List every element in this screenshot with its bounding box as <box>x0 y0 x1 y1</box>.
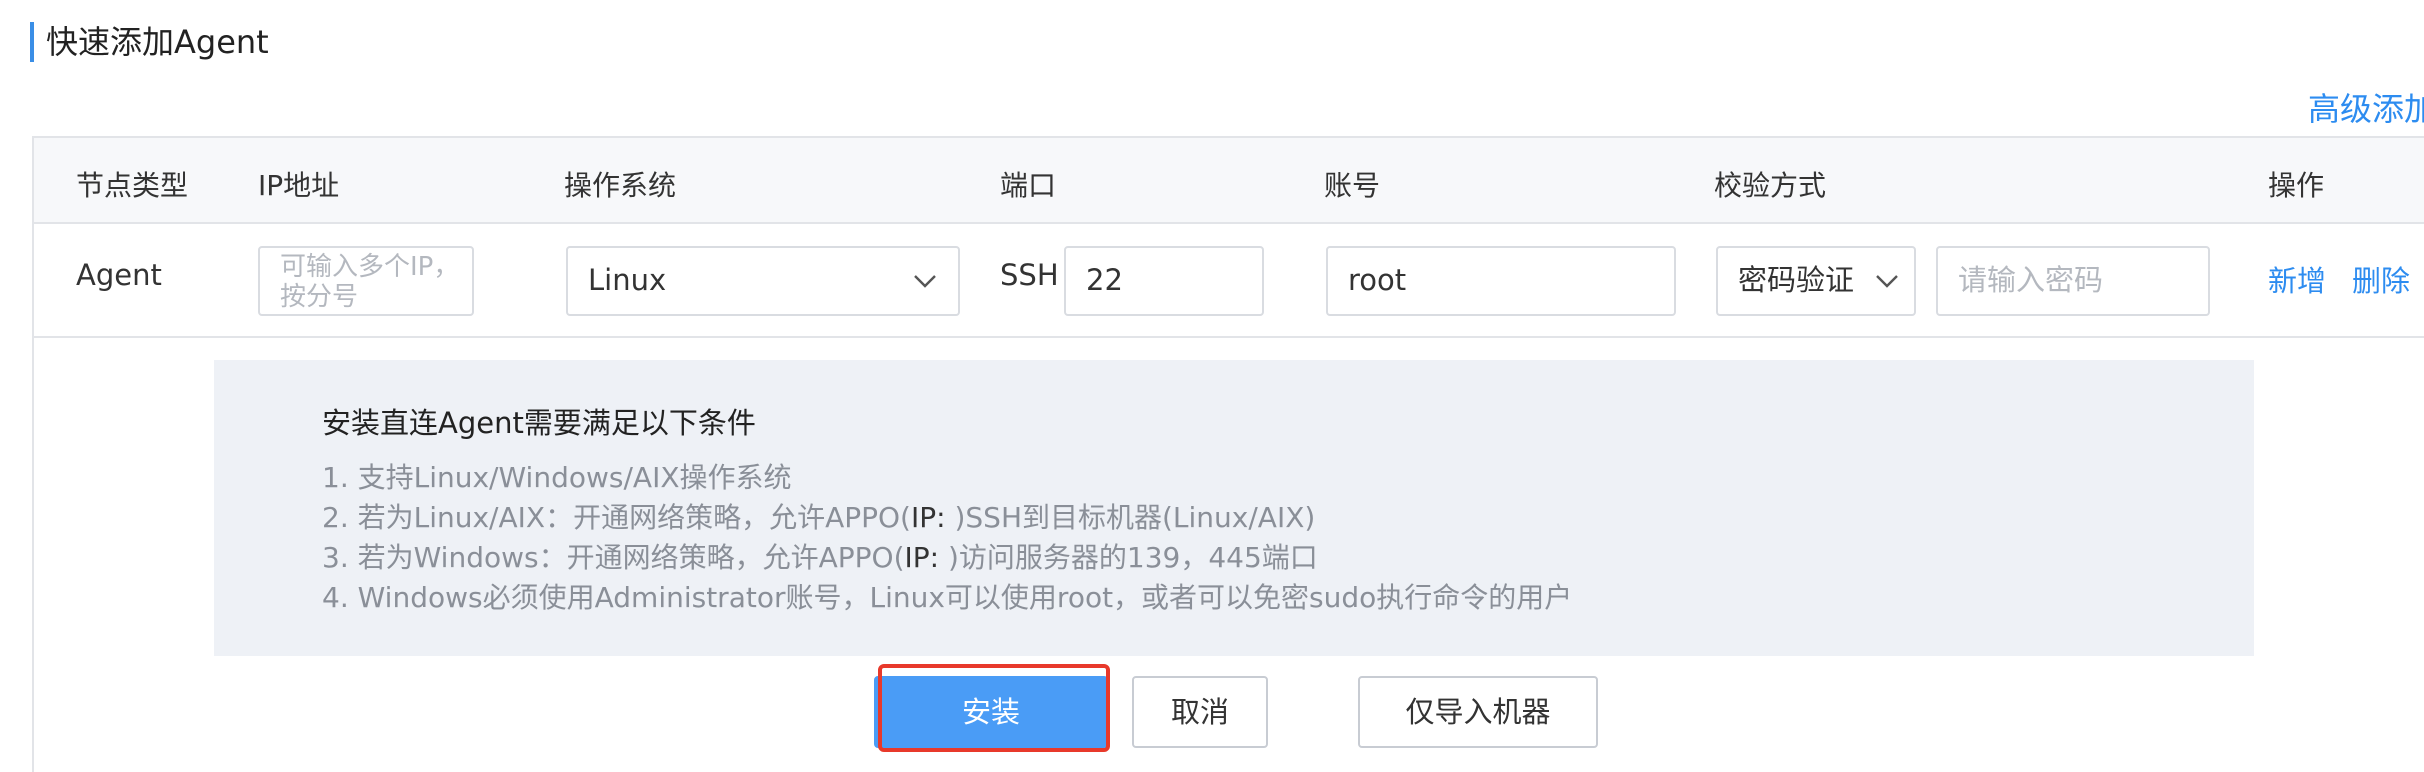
ip-input[interactable]: 可输入多个IP，按分号 <box>258 246 474 316</box>
auth-method-select[interactable]: 密码验证 <box>1716 246 1916 316</box>
account-input[interactable]: root <box>1326 246 1676 316</box>
header-actions: 操作 <box>2268 169 2325 202</box>
install-requirements-notice: 安装直连Agent需要满足以下条件 1. 支持Linux/Windows/AIX… <box>214 360 2254 656</box>
notice-line-3-post: )访问服务器的139，445端口 <box>947 541 1318 574</box>
notice-line-2-post: )SSH到目标机器(Linux/AIX) <box>954 501 1316 534</box>
password-input-placeholder: 请输入密码 <box>1958 263 2104 297</box>
port-protocol-label: SSH <box>1000 258 1059 292</box>
notice-line-2: 2. 若为Linux/AIX：开通网络策略，允许APPO(IP: )SSH到目标… <box>322 496 1315 536</box>
page-title: 快速添加Agent <box>30 22 269 62</box>
notice-line-2-ip: IP: <box>910 501 955 534</box>
notice-line-4: 4. Windows必须使用Administrator账号，Linux可以使用r… <box>322 581 1573 614</box>
notice-line-3-pre: 3. 若为Windows：开通网络策略，允许APPO( <box>322 541 905 574</box>
port-input[interactable]: 22 <box>1064 246 1264 316</box>
add-row-link[interactable]: 新增 <box>2268 258 2326 300</box>
chevron-down-icon <box>914 275 936 288</box>
password-input[interactable]: 请输入密码 <box>1936 246 2210 316</box>
notice-line-1: 1. 支持Linux/Windows/AIX操作系统 <box>322 461 792 494</box>
ip-input-placeholder: 可输入多个IP，按分号 <box>280 252 460 312</box>
notice-line-3-ip: IP: <box>904 541 948 574</box>
os-select-value: Linux <box>588 263 667 297</box>
import-only-button[interactable]: 仅导入机器 <box>1358 676 1598 748</box>
auth-method-value: 密码验证 <box>1738 263 1855 297</box>
cancel-button[interactable]: 取消 <box>1132 676 1268 748</box>
notice-line-2-pre: 2. 若为Linux/AIX：开通网络策略，允许APPO( <box>322 501 911 534</box>
port-input-value: 22 <box>1086 263 1123 297</box>
header-os: 操作系统 <box>564 169 677 202</box>
header-node-type: 节点类型 <box>76 169 189 202</box>
header-auth: 校验方式 <box>1714 169 1827 202</box>
table-row: Agent 可输入多个IP，按分号 Linux SSH 22 root 密码验证… <box>34 224 2424 338</box>
table-header: 节点类型 IP地址 操作系统 端口 账号 校验方式 操作 <box>34 138 2424 224</box>
chevron-down-icon <box>1876 275 1898 288</box>
header-account: 账号 <box>1324 169 1381 202</box>
header-port: 端口 <box>1000 169 1057 202</box>
node-type-cell: Agent <box>76 258 162 292</box>
notice-title: 安装直连Agent需要满足以下条件 <box>322 406 756 440</box>
delete-row-link[interactable]: 删除 <box>2352 258 2410 300</box>
header-ip: IP地址 <box>258 169 340 202</box>
advanced-add-link[interactable]: 高级添加 <box>2308 84 2424 130</box>
install-button-highlight <box>878 664 1110 752</box>
notice-line-3: 3. 若为Windows：开通网络策略，允许APPO(IP: )访问服务器的13… <box>322 536 1318 576</box>
os-select[interactable]: Linux <box>566 246 960 316</box>
account-input-value: root <box>1348 263 1407 297</box>
